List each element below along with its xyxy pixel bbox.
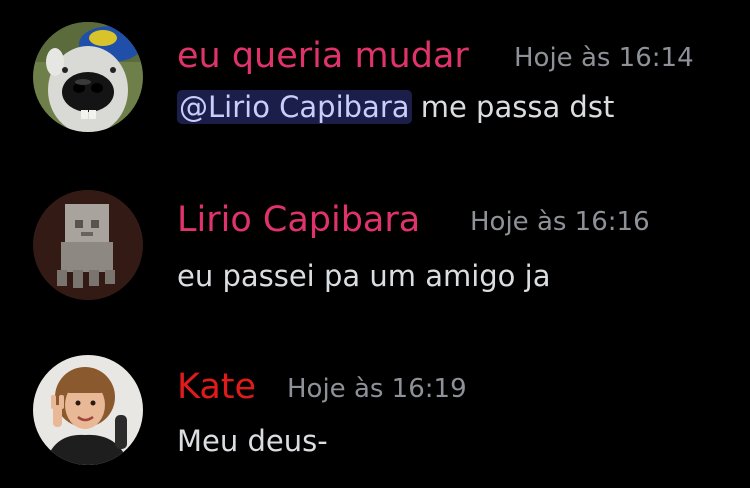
- message-content: @Lirio Capibara me passa dst: [177, 87, 614, 127]
- ghost-avatar-icon: [33, 190, 143, 300]
- message-username[interactable]: Lirio Capibara: [177, 200, 420, 240]
- user-avatar[interactable]: [33, 22, 143, 132]
- chat-message: Kate Hoje às 16:19 Meu deus-: [0, 355, 750, 475]
- message-username[interactable]: eu queria mudar: [177, 36, 469, 76]
- chat-message: eu queria mudar Hoje às 16:14 @Lirio Cap…: [0, 22, 750, 142]
- user-mention[interactable]: @Lirio Capibara: [177, 90, 412, 124]
- chat-message: Lirio Capibara Hoje às 16:16 eu passei p…: [0, 190, 750, 310]
- message-timestamp: Hoje às 16:16: [470, 207, 650, 237]
- message-text: me passa dst: [411, 90, 615, 124]
- person-avatar-icon: [33, 355, 143, 465]
- user-avatar[interactable]: [33, 355, 143, 465]
- message-text: Meu deus-: [177, 424, 328, 458]
- dog-avatar-icon: [33, 22, 143, 132]
- message-content: Meu deus-: [177, 421, 328, 461]
- message-timestamp: Hoje às 16:14: [514, 43, 694, 73]
- message-text: eu passei pa um amigo ja: [177, 259, 551, 293]
- message-timestamp: Hoje às 16:19: [287, 374, 467, 404]
- user-avatar[interactable]: [33, 190, 143, 300]
- message-username[interactable]: Kate: [177, 367, 256, 407]
- message-content: eu passei pa um amigo ja: [177, 256, 550, 296]
